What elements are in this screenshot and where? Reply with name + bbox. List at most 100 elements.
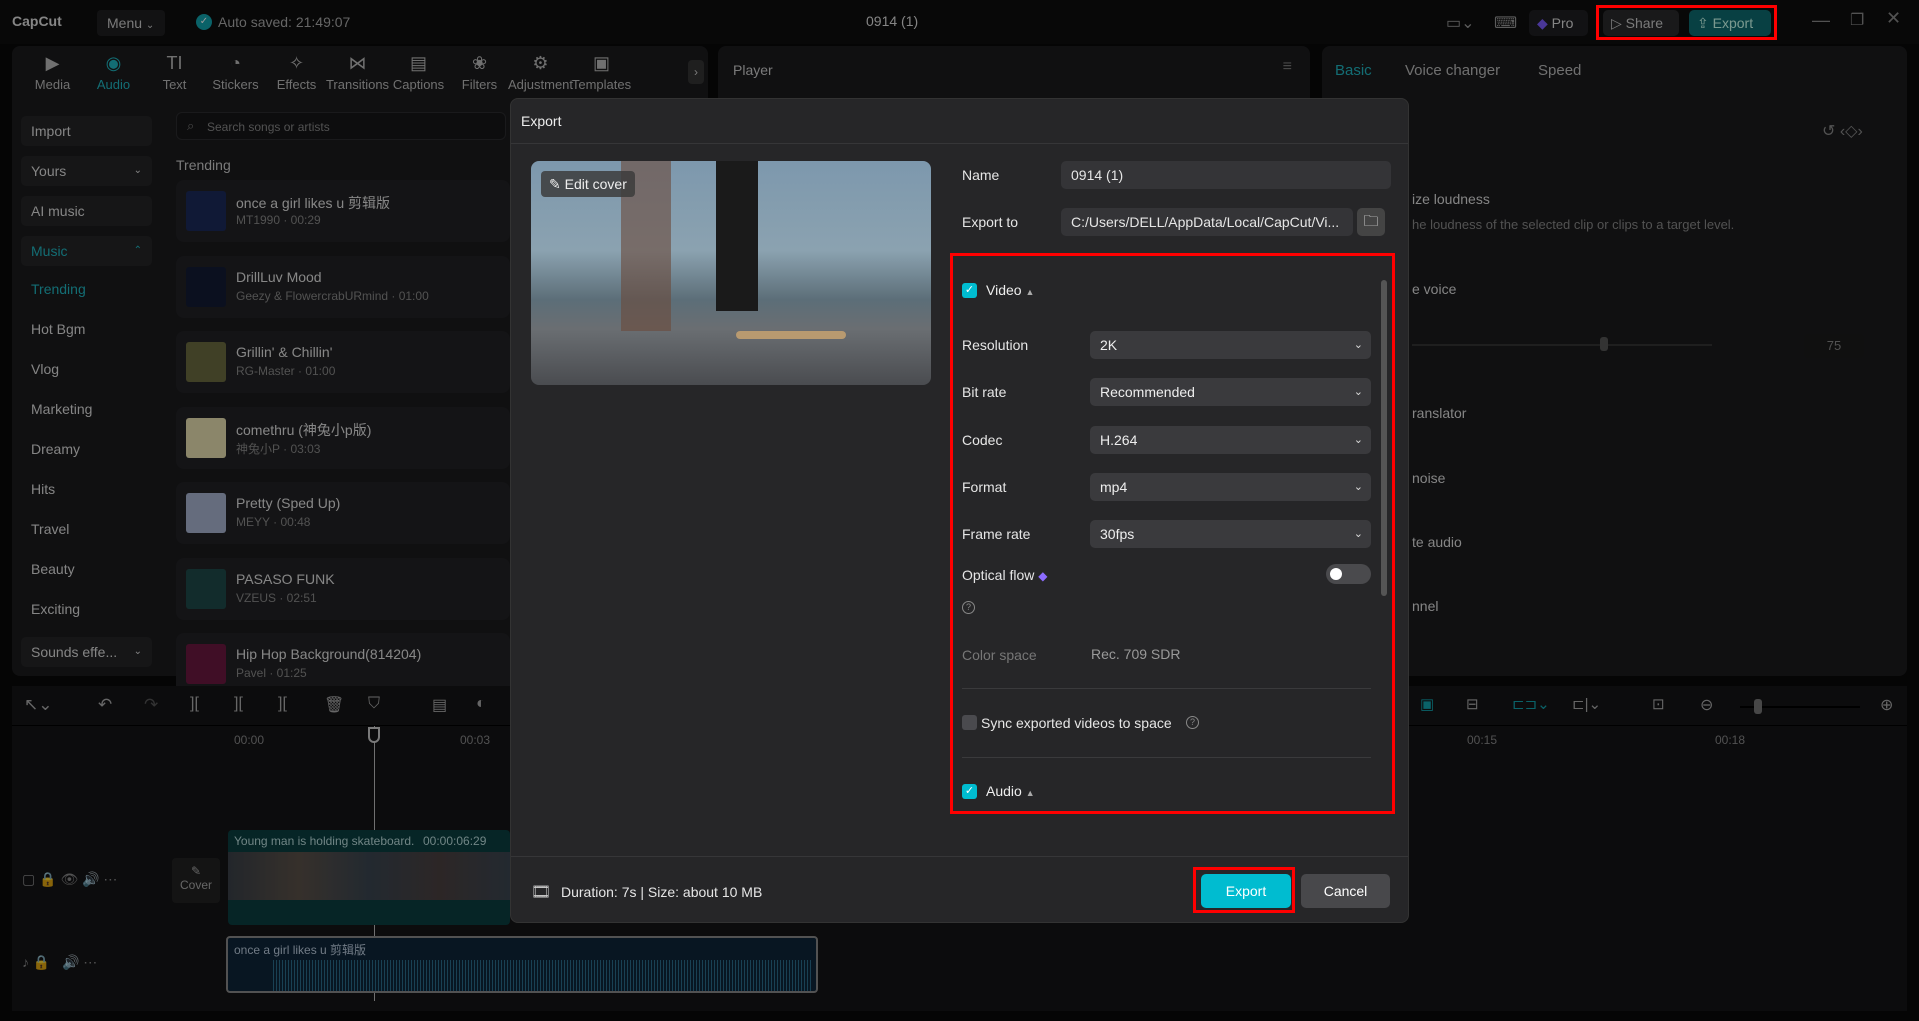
tab-voice-changer[interactable]: Voice changer bbox=[1405, 62, 1500, 79]
capcut-logo: CapCut bbox=[12, 13, 62, 29]
skateboard bbox=[736, 331, 846, 339]
chevron-right-icon[interactable]: › bbox=[688, 60, 704, 84]
zoom-in-icon[interactable]: ⊕ bbox=[1880, 695, 1893, 715]
tab-stickers[interactable]: ◔ Stickers bbox=[205, 46, 266, 92]
import-label: Import bbox=[31, 123, 71, 139]
menu-button[interactable]: Menu ⌄ bbox=[97, 10, 165, 36]
sidebar-item-hits[interactable]: Hits bbox=[31, 481, 55, 497]
tab-label: Adjustment bbox=[507, 77, 574, 92]
tab-label: Media bbox=[34, 77, 71, 92]
tab-adjustment[interactable]: ⚙ Adjustment bbox=[507, 46, 574, 92]
time-tick: 00:15 bbox=[1467, 733, 1498, 747]
tab-templates[interactable]: ▣ Templates bbox=[571, 46, 632, 92]
tab-filters[interactable]: ❀ Filters bbox=[449, 46, 510, 92]
playhead-handle[interactable] bbox=[368, 727, 380, 743]
enhance-voice-label: e voice bbox=[1412, 281, 1457, 297]
split-left-icon[interactable]: ][ bbox=[234, 695, 243, 713]
tab-captions[interactable]: ▤ Captions bbox=[388, 46, 449, 92]
search-placeholder: Search songs or artists bbox=[207, 120, 330, 134]
tab-audio[interactable]: ◉ Audio bbox=[83, 46, 144, 92]
sounds-effects-dropdown[interactable]: Sounds effe... ⌄ bbox=[21, 637, 152, 667]
cover-label: Cover bbox=[179, 878, 212, 892]
folder-icon[interactable]: 🗀 bbox=[1357, 208, 1385, 236]
tab-basic[interactable]: Basic bbox=[1335, 62, 1372, 79]
music-dropdown[interactable]: Music ⌃ bbox=[21, 236, 152, 266]
filters-icon: ❀ bbox=[471, 53, 488, 73]
pro-button[interactable]: ◆ Pro bbox=[1529, 10, 1588, 36]
player-title: Player bbox=[733, 62, 773, 78]
sidebar-item-vlog[interactable]: Vlog bbox=[31, 361, 59, 377]
check-circle-icon: ✓ bbox=[196, 14, 212, 30]
import-button[interactable]: Import bbox=[21, 116, 152, 146]
layout-icon[interactable]: ▭⌄ bbox=[1446, 13, 1475, 33]
link-icon[interactable]: ⊏⊐⌄ bbox=[1512, 695, 1550, 713]
song-title: DrillLuv Mood bbox=[236, 268, 322, 285]
redo-icon[interactable]: ↷ bbox=[144, 695, 158, 715]
sidebar-item-marketing[interactable]: Marketing bbox=[31, 401, 92, 417]
song-item[interactable]: Pretty (Sped Up) MEYY · 00:48 bbox=[176, 482, 510, 544]
edit-cover-button[interactable]: ✎ Edit cover bbox=[541, 171, 635, 197]
cover-preview: ✎ Edit cover bbox=[531, 161, 931, 385]
reset-icon[interactable]: ↺ ‹◇› bbox=[1822, 121, 1863, 141]
close-icon[interactable]: ✕ bbox=[1886, 8, 1901, 29]
channel-label: nnel bbox=[1412, 598, 1439, 614]
marker-icon[interactable]: ⛉ bbox=[368, 695, 380, 713]
translator-label: ranslator bbox=[1412, 405, 1467, 421]
delete-icon[interactable]: 🗑 bbox=[324, 695, 344, 715]
song-item[interactable]: DrillLuv Mood Geezy & FlowercrabURmind · … bbox=[176, 255, 510, 318]
tab-media[interactable]: ▶ Media bbox=[22, 46, 83, 92]
cancel-button[interactable]: Cancel bbox=[1301, 874, 1390, 908]
select-tool-icon[interactable]: ↖⌄ bbox=[24, 695, 53, 715]
video-track-controls[interactable]: ▢ 🔒 👁 🔊 ⋯ bbox=[22, 871, 117, 888]
autosave-status: Auto saved: 21:49:07 bbox=[218, 14, 351, 30]
album-art bbox=[186, 568, 226, 609]
tab-transitions[interactable]: ⋈ Transitions bbox=[326, 46, 389, 92]
song-item[interactable]: once a girl likes u 剪辑版 MT1990 · 00:29 bbox=[176, 180, 510, 242]
main-track-magnet-icon[interactable]: ▣ bbox=[1420, 695, 1434, 713]
add-text-icon[interactable]: ▤ bbox=[432, 695, 447, 715]
tab-effects[interactable]: ✧ Effects bbox=[266, 46, 327, 92]
diamond-icon: ◆ bbox=[1537, 15, 1548, 31]
zoom-out-icon[interactable]: ⊖ bbox=[1700, 695, 1713, 715]
split-right-icon[interactable]: ][ bbox=[278, 695, 287, 713]
audio-track-controls[interactable]: ♪ 🔒 🔊 ⋯ bbox=[22, 954, 97, 971]
zoom-fit-icon[interactable]: ⊡ bbox=[1652, 695, 1665, 713]
sidebar-item-beauty[interactable]: Beauty bbox=[31, 561, 75, 577]
sidebar-item-travel[interactable]: Travel bbox=[31, 521, 69, 537]
yours-dropdown[interactable]: Yours ⌄ bbox=[21, 156, 152, 186]
restore-icon[interactable]: ❐ bbox=[1850, 10, 1864, 30]
ai-sticker-icon[interactable]: ◐ bbox=[476, 695, 486, 713]
sidebar-item-hot-bgm[interactable]: Hot Bgm bbox=[31, 321, 85, 337]
reduce-noise-label: noise bbox=[1412, 470, 1446, 486]
name-input[interactable]: 0914 (1) bbox=[1061, 161, 1391, 189]
minimize-icon[interactable]: — bbox=[1812, 10, 1830, 31]
menu-icon[interactable]: ≡ bbox=[1283, 58, 1292, 76]
tab-text[interactable]: TI Text bbox=[144, 46, 205, 92]
audio-clip[interactable]: once a girl likes u 剪辑版 bbox=[226, 936, 818, 993]
tab-speed[interactable]: Speed bbox=[1538, 62, 1581, 79]
song-item[interactable]: Grillin' & Chillin' RG-Master · 01:00 bbox=[176, 331, 510, 393]
sidebar-item-exciting[interactable]: Exciting bbox=[31, 601, 80, 617]
enhance-voice-slider[interactable] bbox=[1412, 344, 1712, 346]
shortcuts-icon[interactable]: ⌨ bbox=[1494, 13, 1517, 33]
undo-icon[interactable]: ↶ bbox=[98, 695, 112, 715]
sidebar-item-dreamy[interactable]: Dreamy bbox=[31, 441, 80, 457]
enhance-voice-value[interactable]: 75 bbox=[1804, 334, 1864, 358]
ai-music-button[interactable]: AI music bbox=[21, 196, 152, 226]
tab-label: Templates bbox=[571, 77, 632, 92]
song-item[interactable]: PASASO FUNK VZEUS · 02:51 bbox=[176, 557, 510, 620]
preview-axis-icon[interactable]: ⊏|⌄ bbox=[1572, 695, 1601, 713]
song-meta: 神兔小P · 03:03 bbox=[236, 441, 321, 456]
album-art bbox=[186, 493, 226, 533]
slider-handle[interactable] bbox=[1600, 337, 1608, 351]
search-input[interactable]: ⌕ Search songs or artists bbox=[176, 112, 506, 140]
auto-snap-icon[interactable]: ⊟ bbox=[1466, 695, 1479, 713]
sidebar-item-trending[interactable]: Trending bbox=[31, 281, 86, 297]
split-icon[interactable]: ][ bbox=[190, 695, 199, 713]
song-item[interactable]: comethru (神兔小p版) 神兔小P · 03:03 bbox=[176, 406, 510, 469]
export-path-input[interactable]: C:/Users/DELL/AppData/Local/CapCut/Vi... bbox=[1061, 208, 1353, 236]
zoom-slider-handle[interactable] bbox=[1754, 699, 1762, 714]
stickers-icon: ◔ bbox=[230, 53, 241, 73]
transitions-icon: ⋈ bbox=[348, 53, 367, 73]
cover-button[interactable]: ✎ Cover bbox=[172, 858, 220, 903]
